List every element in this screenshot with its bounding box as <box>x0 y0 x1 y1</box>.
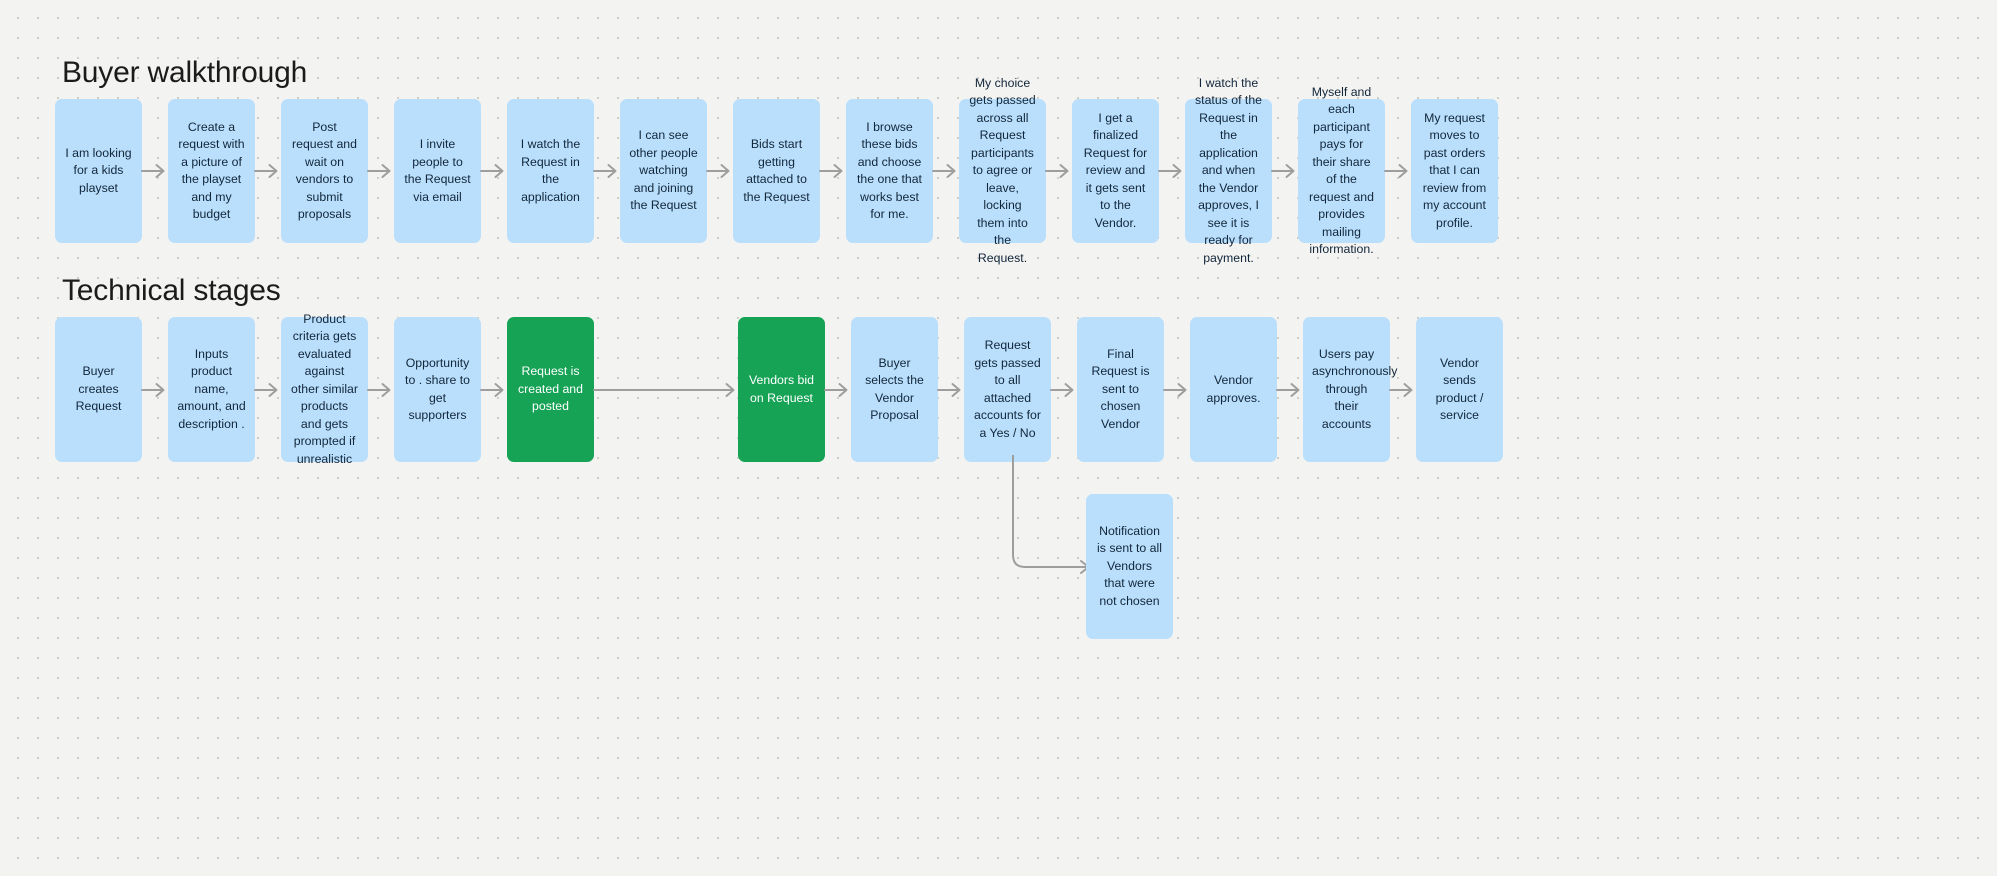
flow-card[interactable]: I am looking for a kids playset <box>55 99 142 243</box>
flow-card-label: Vendor sends product / service <box>1435 355 1484 423</box>
arrow-right-icon <box>1389 317 1416 462</box>
flow-card[interactable]: Buyer creates Request <box>55 317 142 462</box>
flow-card-label: I watch the Request in the application <box>520 137 581 204</box>
flow-card-label: I get a finalized Request for review and… <box>1083 110 1148 230</box>
flow-card[interactable]: Users pay asynchronously through their a… <box>1303 317 1398 462</box>
flow-card-label: Request is created and posted <box>518 364 583 414</box>
flow-card-label: Vendor approves. <box>1206 373 1261 405</box>
flow-card[interactable]: Bids start getting attached to the Reque… <box>733 99 820 243</box>
arrow-right-icon <box>141 317 168 462</box>
flow-card-label: Myself and each participant pays for the… <box>1309 84 1374 257</box>
flow-card-label: Buyer creates Request <box>75 364 122 414</box>
arrow-right-icon <box>141 99 168 243</box>
flowchart-canvas: Buyer walkthrough I am looking for a kid… <box>0 0 1997 876</box>
flow-card-notification[interactable]: Notification is sent to all Vendors that… <box>1086 494 1173 639</box>
arrow-right-icon <box>367 99 394 243</box>
arrow-right-icon <box>1163 317 1190 462</box>
arrow-right-icon <box>1050 317 1077 462</box>
arrow-right-icon <box>824 317 851 462</box>
arrow-right-icon <box>1384 99 1411 243</box>
flow-card-label: I browse these bids and choose the one t… <box>857 119 922 222</box>
arrow-right-icon <box>1276 317 1303 462</box>
arrow-right-icon <box>1271 99 1298 243</box>
flow-card-label: Vendors bid on Request <box>749 373 814 405</box>
arrow-right-icon <box>819 99 846 243</box>
flow-card-label: I watch the status of the Request in the… <box>1195 75 1262 265</box>
flow-card-label: My request moves to past orders that I c… <box>1422 110 1487 230</box>
arrow-right-icon <box>706 99 733 243</box>
flow-card[interactable]: Vendor sends product / service <box>1416 317 1503 462</box>
flow-card-label: Inputs product name, amount, and descrip… <box>177 346 246 431</box>
flow-card-highlighted[interactable]: Vendors bid on Request <box>738 317 825 462</box>
flow-card-label: Product criteria gets evaluated against … <box>291 311 358 466</box>
arrow-right-icon <box>254 317 281 462</box>
flow-card[interactable]: I watch the Request in the application <box>507 99 594 243</box>
arrow-right-icon <box>254 99 281 243</box>
flow-card[interactable]: I browse these bids and choose the one t… <box>846 99 933 243</box>
flow-card-label: Opportunity to . share to get supporters <box>405 355 470 423</box>
flow-card-label: Create a request with a picture of the p… <box>178 119 245 222</box>
flow-card[interactable]: Post request and wait on vendors to subm… <box>281 99 368 243</box>
flow-card[interactable]: I invite people to the Request via email <box>394 99 481 243</box>
flow-card-label: I am looking for a kids playset <box>65 145 132 195</box>
flow-card-label: Users pay asynchronously through their a… <box>1312 346 1398 431</box>
arrow-right-icon <box>593 99 620 243</box>
flow-card[interactable]: I get a finalized Request for review and… <box>1072 99 1159 243</box>
flow-card-label: My choice gets passed across all Request… <box>969 75 1036 265</box>
section-title-technical-stages: Technical stages <box>62 274 281 307</box>
arrow-right-icon <box>367 317 394 462</box>
arrow-right-icon <box>480 317 507 462</box>
flow-card[interactable]: Myself and each participant pays for the… <box>1298 85 1385 256</box>
buyer-walkthrough-row: I am looking for a kids playset Create a… <box>55 76 1498 265</box>
flow-card[interactable]: Request gets passed to all attached acco… <box>964 317 1051 462</box>
arrow-right-icon <box>937 317 964 462</box>
section-title-buyer-walkthrough: Buyer walkthrough <box>62 56 308 89</box>
flow-card[interactable]: My request moves to past orders that I c… <box>1411 99 1498 243</box>
flow-card-label: Final Request is sent to chosen Vendor <box>1091 346 1150 431</box>
flow-card-label: I invite people to the Request via email <box>404 137 471 204</box>
flow-card-label: Notification is sent to all Vendors that… <box>1097 523 1162 608</box>
arrow-right-icon <box>1045 99 1072 243</box>
arrow-right-icon <box>932 99 959 243</box>
arrow-right-icon <box>1158 99 1185 243</box>
arrow-right-icon <box>480 99 507 243</box>
flow-card-label: Bids start getting attached to the Reque… <box>743 137 810 204</box>
flow-card[interactable]: Buyer selects the Vendor Proposal <box>851 317 938 462</box>
flow-card[interactable]: I watch the status of the Request in the… <box>1185 76 1272 265</box>
flow-card[interactable]: Final Request is sent to chosen Vendor <box>1077 317 1164 462</box>
flow-card[interactable]: Product criteria gets evaluated against … <box>281 312 368 466</box>
technical-stages-row: Buyer creates Request Inputs product nam… <box>55 312 1503 466</box>
flow-card-label: I can see other people watching and join… <box>629 128 698 213</box>
flow-card[interactable]: Create a request with a picture of the p… <box>168 99 255 243</box>
flow-card[interactable]: My choice gets passed across all Request… <box>959 76 1046 265</box>
flow-card[interactable]: Inputs product name, amount, and descrip… <box>168 317 255 462</box>
flow-card[interactable]: Vendor approves. <box>1190 317 1277 462</box>
flow-card-label: Post request and wait on vendors to subm… <box>292 119 357 222</box>
flow-card-highlighted[interactable]: Request is created and posted <box>507 317 594 462</box>
flow-card[interactable]: I can see other people watching and join… <box>620 99 707 243</box>
flow-card-label: Buyer selects the Vendor Proposal <box>865 355 924 423</box>
flow-card-label: Request gets passed to all attached acco… <box>974 338 1041 440</box>
flow-card[interactable]: Opportunity to . share to get supporters <box>394 317 481 462</box>
arrow-right-icon <box>593 317 738 462</box>
